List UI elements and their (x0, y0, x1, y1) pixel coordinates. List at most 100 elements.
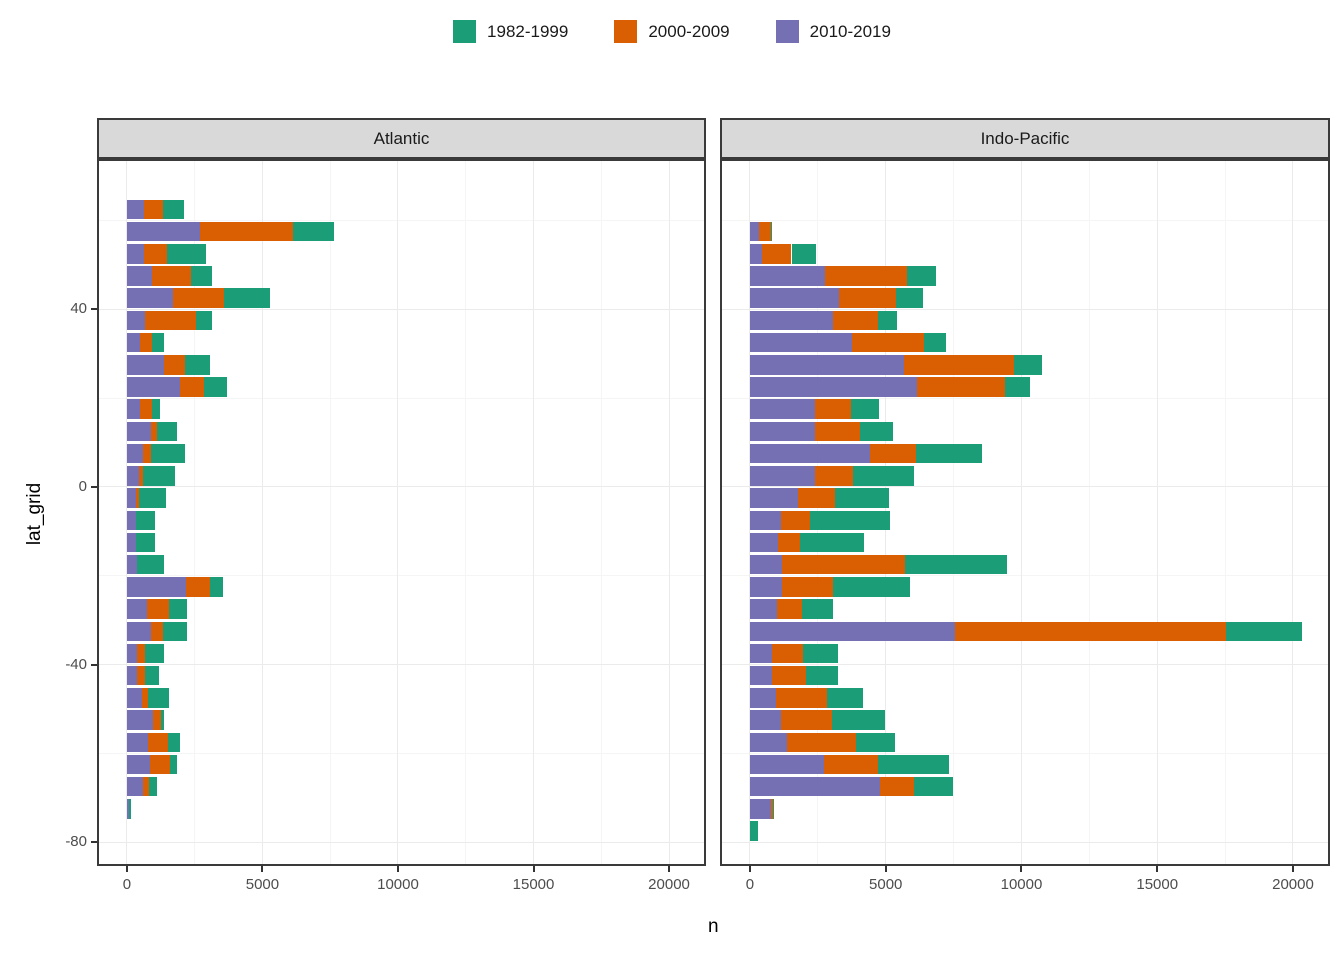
faceted-stacked-bar-chart: 1982-1999 2000-2009 2010-2019 Atlantic I… (0, 0, 1344, 960)
bar-segment (904, 355, 1014, 375)
bar-segment (210, 577, 223, 597)
bar-segment (145, 644, 164, 664)
bar-segment (810, 511, 890, 531)
y-major-gridline (99, 664, 704, 665)
bar-segment (914, 777, 952, 797)
bar-segment (750, 244, 762, 264)
bar-segment (880, 777, 914, 797)
bar-segment (1014, 355, 1042, 375)
bar-segment (152, 266, 190, 286)
bar-segment (750, 599, 777, 619)
bar-segment (143, 777, 150, 797)
bar-segment (815, 422, 861, 442)
bar-segment (778, 533, 800, 553)
bar-segment (127, 444, 143, 464)
bar-segment (147, 599, 169, 619)
bar-segment (143, 444, 151, 464)
y-axis-title: lat_grid (24, 483, 46, 545)
bar-segment (792, 244, 816, 264)
y-minor-gridline (99, 575, 704, 576)
bar-segment (750, 710, 781, 730)
facet-strip-indo-pacific: Indo-Pacific (720, 118, 1330, 159)
legend-swatch-1982-1999 (453, 20, 476, 43)
x-axis-tick (261, 866, 263, 872)
y-major-gridline (99, 486, 704, 487)
bar-segment (824, 755, 877, 775)
x-major-gridline (262, 161, 263, 864)
bar-segment (825, 266, 907, 286)
bar-segment (136, 511, 155, 531)
x-axis-tick (749, 866, 751, 872)
bar-segment (127, 555, 137, 575)
bar-segment (907, 266, 936, 286)
bar-segment (127, 200, 144, 220)
facet-panel-atlantic (97, 159, 706, 866)
x-minor-gridline (465, 161, 466, 864)
bar-segment (835, 488, 888, 508)
bar-segment (127, 244, 144, 264)
bar-segment (750, 311, 833, 331)
legend-label-2000-2009: 2000-2009 (648, 22, 729, 42)
bar-segment (878, 311, 897, 331)
x-minor-gridline (1225, 161, 1226, 864)
x-axis-tick (1292, 866, 1294, 872)
legend-label-2010-2019: 2010-2019 (810, 22, 891, 42)
bar-segment (750, 488, 798, 508)
bar-segment (140, 399, 151, 419)
bar-segment (750, 666, 772, 686)
bar-segment (169, 599, 187, 619)
x-major-gridline (397, 161, 398, 864)
bar-segment (851, 399, 878, 419)
bar-segment (750, 555, 782, 575)
bar-segment (924, 333, 946, 353)
bar-segment (143, 466, 175, 486)
x-axis-tick (668, 866, 670, 872)
y-major-gridline (99, 842, 704, 843)
legend-swatch-2000-2009 (614, 20, 637, 43)
y-minor-gridline (722, 220, 1328, 221)
bar-segment (150, 755, 170, 775)
bar-segment (200, 222, 293, 242)
bar-segment (163, 200, 184, 220)
bar-segment (144, 244, 166, 264)
bar-segment (127, 511, 136, 531)
bar-segment (750, 533, 778, 553)
bar-segment (161, 710, 164, 730)
bar-segment (917, 377, 1005, 397)
x-minor-gridline (601, 161, 602, 864)
x-minor-gridline (953, 161, 954, 864)
bar-segment (1226, 622, 1302, 642)
bar-segment (750, 577, 782, 597)
bar-segment (152, 399, 160, 419)
bar-segment (185, 355, 210, 375)
bar-segment (798, 488, 835, 508)
bar-segment (127, 599, 147, 619)
facet-strip-label: Indo-Pacific (981, 129, 1070, 149)
x-major-gridline (1157, 161, 1158, 864)
bar-segment (152, 333, 164, 353)
bar-segment (137, 555, 164, 575)
x-major-gridline (1292, 161, 1293, 864)
y-minor-gridline (722, 753, 1328, 754)
bar-segment (127, 577, 186, 597)
bar-segment (129, 799, 131, 819)
bar-segment (806, 666, 838, 686)
y-major-gridline (722, 664, 1328, 665)
bar-segment (151, 622, 163, 642)
bar-segment (293, 222, 334, 242)
y-tick-label: -40 (37, 656, 87, 673)
bar-segment (127, 755, 150, 775)
bar-segment (772, 644, 804, 664)
bar-segment (127, 777, 143, 797)
bar-segment (127, 622, 151, 642)
x-tick-label: 10000 (981, 876, 1061, 893)
bar-segment (148, 733, 168, 753)
bar-segment (148, 688, 169, 708)
bar-segment (1005, 377, 1030, 397)
bar-segment (955, 622, 1226, 642)
x-tick-label: 5000 (222, 876, 302, 893)
y-minor-gridline (722, 398, 1328, 399)
bar-segment (759, 222, 771, 242)
bar-segment (852, 333, 924, 353)
bar-segment (157, 422, 178, 442)
